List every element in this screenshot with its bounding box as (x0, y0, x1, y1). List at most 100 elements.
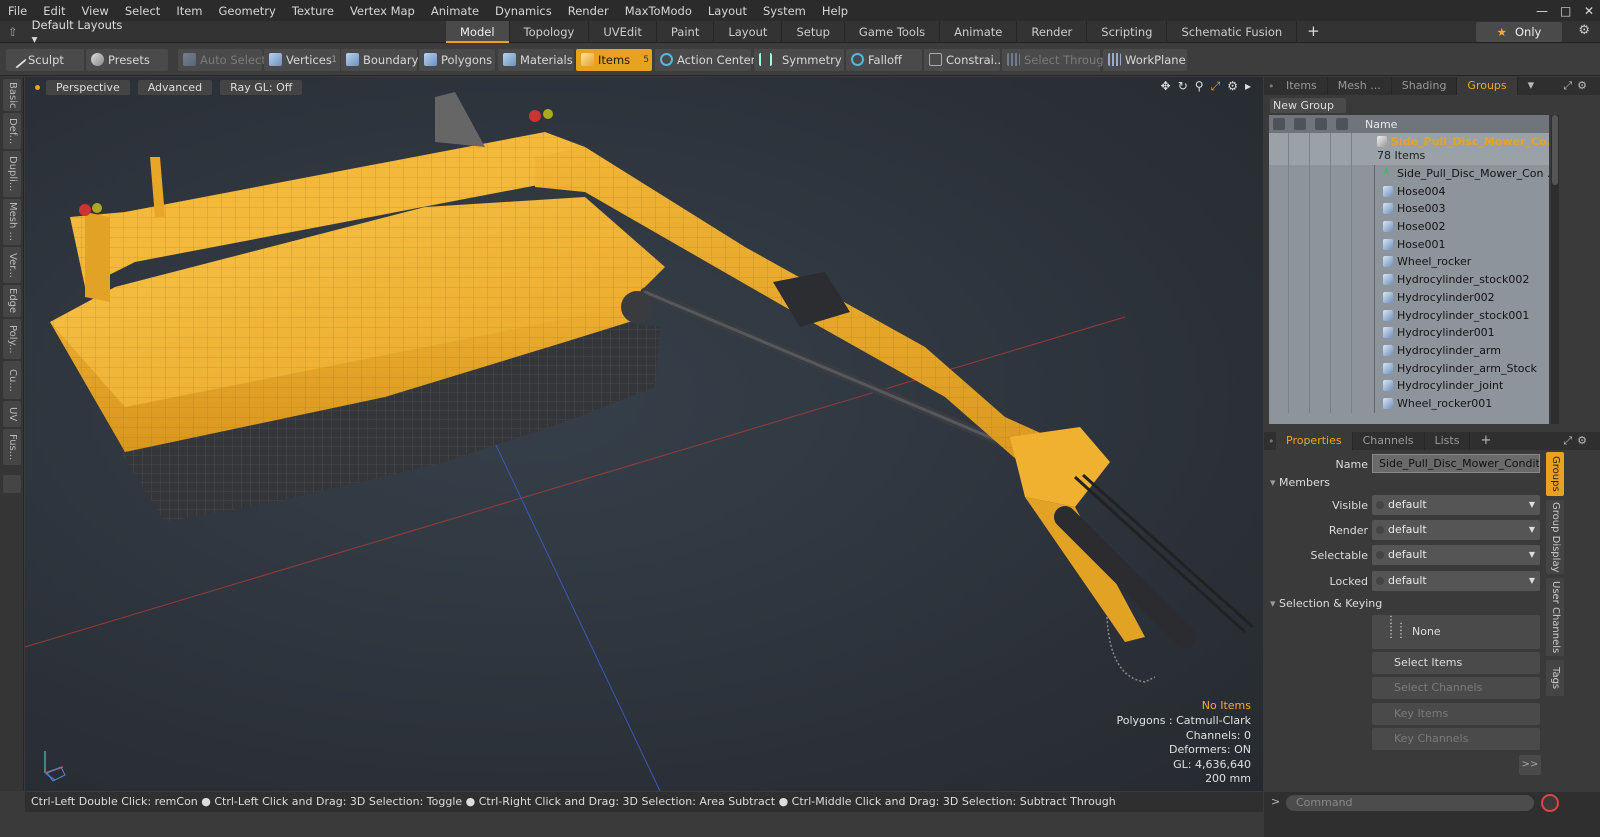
name-field[interactable]: Side_Pull_Disc_Mower_Conditioner (1372, 454, 1540, 473)
constraints-button[interactable]: Constrai... (924, 49, 1005, 71)
menu-geometry[interactable]: Geometry (211, 4, 284, 18)
list-item[interactable]: Hydrocylinder002 (1269, 288, 1549, 307)
tab-polygon[interactable]: Poly... (3, 319, 21, 359)
render-dropdown[interactable]: default ▼ (1372, 520, 1540, 540)
viewport-more-icon[interactable]: ▸ (1245, 79, 1251, 94)
new-group-button[interactable]: New Group (1270, 98, 1346, 113)
tab-lists[interactable]: Lists (1425, 432, 1471, 450)
key-items-button[interactable]: Key Items (1372, 703, 1540, 725)
tab-deform[interactable]: Def... (3, 113, 21, 149)
vertices-button[interactable]: Vertices 1 (264, 49, 340, 71)
select-lock-icon[interactable] (1315, 118, 1327, 130)
tab-paint[interactable]: Paint (657, 21, 715, 43)
action-center-button[interactable]: Action Center (655, 49, 755, 71)
list-item[interactable]: Hose004 (1269, 182, 1549, 201)
selectable-dropdown[interactable]: default ▼ (1372, 545, 1540, 565)
sculpt-button[interactable]: Sculpt (6, 49, 84, 71)
tab-curve[interactable]: Cu... (3, 361, 21, 399)
visibility-eye-icon[interactable] (1273, 118, 1285, 130)
tab-vertex[interactable]: Ver... (3, 247, 21, 283)
list-item[interactable]: Hydrocylinder_stock001 (1269, 306, 1549, 325)
key-channels-button[interactable]: Key Channels (1372, 728, 1540, 750)
zoom-icon[interactable]: ⚲ (1195, 79, 1204, 94)
menu-view[interactable]: View (74, 4, 117, 18)
locked-dropdown[interactable]: default ▼ (1372, 571, 1540, 591)
only-button[interactable]: ★ Only (1476, 22, 1562, 42)
tab-animate[interactable]: Animate (940, 21, 1018, 43)
menu-maxtomodo[interactable]: MaxToModo (617, 4, 700, 18)
tab-shading[interactable]: Shading (1392, 77, 1458, 95)
tab-uvedit[interactable]: UVEdit (589, 21, 657, 43)
pan-icon[interactable]: ✥ (1161, 79, 1171, 94)
panel-grip-icon[interactable]: • (1264, 80, 1276, 93)
mower-model[interactable] (50, 92, 1254, 683)
menu-select[interactable]: Select (117, 4, 168, 18)
perspective-button[interactable]: Perspective (46, 79, 130, 95)
none-button[interactable]: ⋮ ⋮⋮ ⋮⋮ None (1372, 615, 1540, 649)
auto-select-button[interactable]: Auto Select (178, 49, 266, 71)
add-properties-tab-icon[interactable]: + (1470, 432, 1501, 450)
menu-render[interactable]: Render (560, 4, 617, 18)
selection-keying-section[interactable]: Selection & Keying (1270, 597, 1540, 612)
menu-texture[interactable]: Texture (284, 4, 342, 18)
tab-groups[interactable]: Groups (1457, 77, 1518, 95)
minimize-icon[interactable]: — (1528, 4, 1552, 18)
panel-expand-icon[interactable]: ⤢⚙ (1563, 79, 1592, 93)
tree-scrollbar[interactable] (1551, 115, 1559, 424)
falloff-button[interactable]: Falloff (846, 49, 922, 71)
tab-topology[interactable]: Topology (510, 21, 590, 43)
menu-file[interactable]: File (0, 4, 35, 18)
menu-help[interactable]: Help (814, 4, 856, 18)
members-section[interactable]: Members (1270, 476, 1540, 491)
record-stop-icon[interactable] (1541, 794, 1559, 812)
presets-button[interactable]: Presets (86, 49, 168, 71)
command-history-icon[interactable]: > (1271, 795, 1280, 808)
tab-properties[interactable]: Properties (1276, 432, 1353, 450)
side-tab-user-channels[interactable]: User Channels (1546, 578, 1564, 656)
properties-expand-icon[interactable]: ⤢⚙ (1563, 434, 1592, 448)
3d-viewport[interactable]: Perspective Advanced Ray GL: Off ✥ ↻ ⚲ ⤢… (25, 77, 1263, 791)
viewport-menu-dot-icon[interactable] (35, 84, 40, 90)
menu-animate[interactable]: Animate (423, 4, 487, 18)
gear-icon[interactable]: ⚙ (1578, 23, 1590, 38)
boundary-button[interactable]: Boundary (341, 49, 418, 71)
tab-mesh[interactable]: Mesh ... (1328, 77, 1392, 95)
expand-arrows-icon[interactable]: ⇧ (8, 25, 18, 39)
tab-duplicate[interactable]: Dupli... (3, 151, 21, 197)
tab-layout[interactable]: Layout (714, 21, 783, 43)
tab-channels[interactable]: Channels (1353, 432, 1425, 450)
tab-setup[interactable]: Setup (782, 21, 845, 43)
select-through-button[interactable]: Select Through (1002, 49, 1111, 71)
command-input[interactable]: Command (1286, 795, 1534, 811)
side-tab-groups[interactable]: Groups (1546, 452, 1564, 496)
select-channels-button[interactable]: Select Channels (1372, 677, 1540, 699)
list-item[interactable]: Hose002 (1269, 218, 1549, 236)
render-icon[interactable] (1294, 118, 1306, 130)
tab-fusion[interactable]: Fus... (3, 429, 21, 465)
list-item[interactable]: ⅄ Side_Pull_Disc_Mower_Con ... (1269, 165, 1549, 183)
tab-game-tools[interactable]: Game Tools (845, 21, 941, 43)
side-tab-tags[interactable]: Tags (1546, 660, 1564, 696)
viewport-gear-icon[interactable]: ⚙ (1227, 79, 1238, 94)
tab-uv[interactable]: UV (3, 401, 21, 427)
list-item[interactable]: Hydrocylinder_arm (1269, 341, 1549, 360)
list-item[interactable]: Hydrocylinder001 (1269, 324, 1549, 342)
lock-icon[interactable] (1336, 118, 1348, 130)
tab-schematic-fusion[interactable]: Schematic Fusion (1167, 21, 1298, 43)
list-item[interactable]: Hose001 (1269, 235, 1549, 254)
group-row[interactable]: Side_Pull_Disc_Mower_Co... 78 Items (1269, 133, 1549, 165)
fit-icon[interactable]: ⤢ (1211, 79, 1221, 94)
tab-scripting[interactable]: Scripting (1087, 21, 1168, 43)
close-icon[interactable]: ✕ (1576, 4, 1600, 18)
add-tab-icon[interactable]: + (1297, 21, 1330, 43)
list-item[interactable]: Wheel_rocker001 (1269, 394, 1549, 413)
tab-edge[interactable]: Edge (3, 285, 21, 317)
rotate-icon[interactable]: ↻ (1178, 79, 1188, 94)
items-button[interactable]: Items 5 (576, 49, 652, 71)
more-button[interactable]: >> (1519, 755, 1541, 775)
advanced-shading-button[interactable]: Advanced (137, 79, 213, 95)
tab-basic[interactable]: Basic (3, 79, 21, 111)
side-tab-group-display[interactable]: Group Display (1546, 500, 1564, 574)
menu-item[interactable]: Item (168, 4, 210, 18)
menu-vertex-map[interactable]: Vertex Map (342, 4, 423, 18)
